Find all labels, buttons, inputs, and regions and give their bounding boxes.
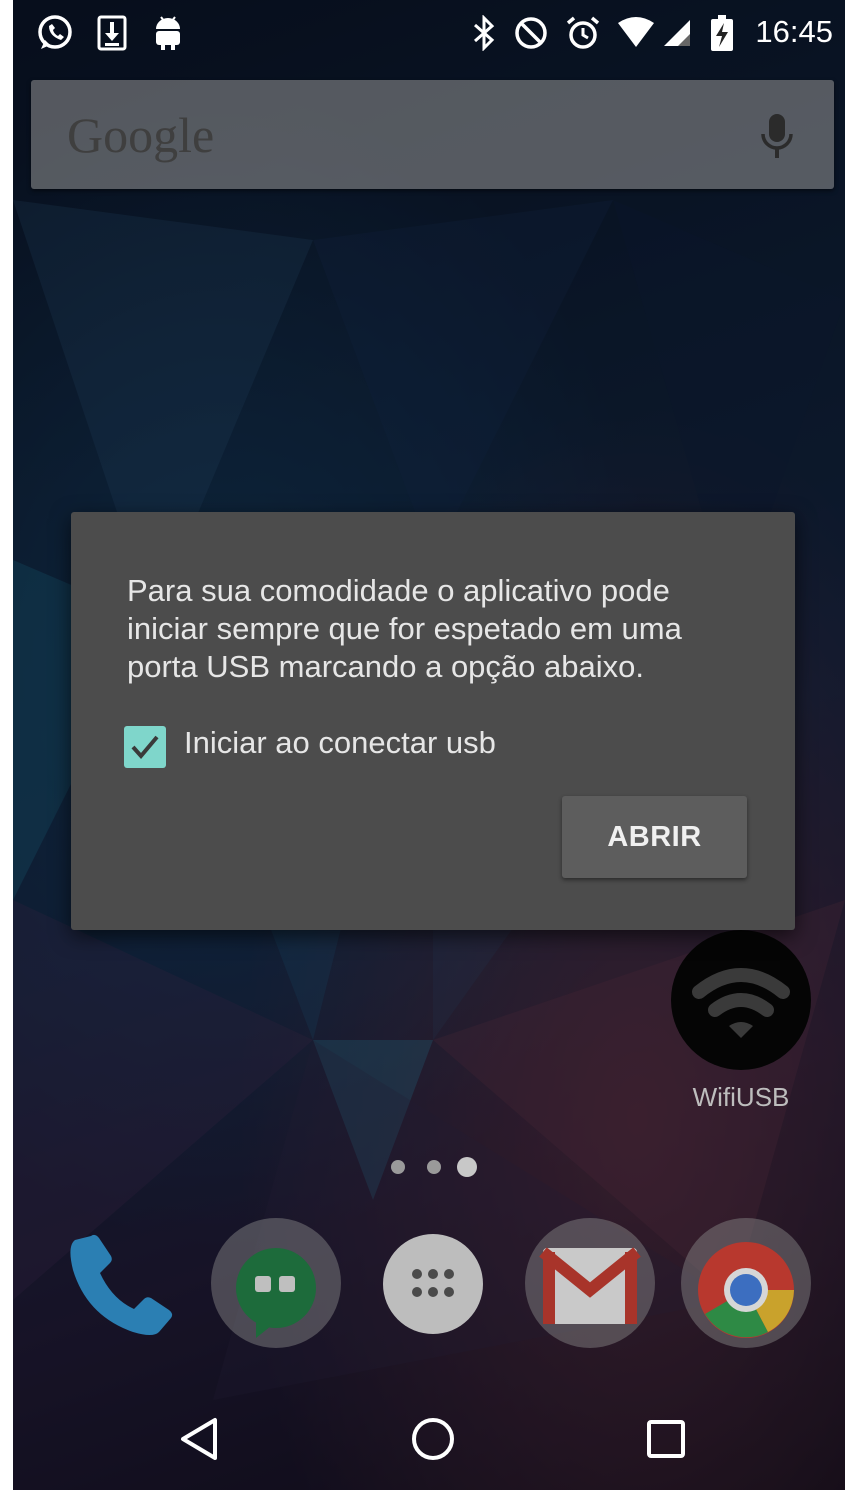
hangouts-app[interactable]: [211, 1218, 341, 1348]
download-icon: [95, 12, 129, 54]
status-bar: 16:45: [13, 0, 845, 66]
chrome-app[interactable]: [681, 1218, 811, 1348]
page-dot: [391, 1160, 405, 1174]
wifiusb-label: WifiUSB: [692, 1082, 790, 1112]
gmail-app[interactable]: [525, 1218, 655, 1348]
bluetooth-icon: [469, 12, 499, 54]
start-on-usb-checkbox[interactable]: [124, 726, 166, 768]
navigation-bar: [13, 1386, 845, 1490]
wifi-icon: [615, 12, 657, 54]
phone-app[interactable]: [61, 1218, 191, 1348]
gmail-icon: [539, 1247, 641, 1324]
status-time: 16:45: [755, 14, 833, 49]
alarm-icon: [563, 12, 603, 54]
microphone-icon[interactable]: [760, 112, 794, 165]
checkbox-label[interactable]: Iniciar ao conectar usb: [184, 725, 496, 761]
page-dot-active: [457, 1157, 477, 1177]
android-icon: [151, 12, 185, 54]
checkmark-icon: [131, 735, 159, 760]
signal-icon: [661, 12, 693, 54]
battery-charging-icon: [707, 12, 737, 54]
wifiusb-app[interactable]: WifiUSB: [671, 930, 811, 1113]
usb-autostart-dialog: Para sua comodidade o aplicativo pode in…: [71, 512, 795, 930]
google-logo: Google: [67, 107, 215, 163]
back-icon[interactable]: [165, 1404, 235, 1474]
app-drawer-button[interactable]: [381, 1232, 485, 1336]
whatsapp-icon: [33, 12, 77, 54]
wifi-icon: [671, 930, 811, 1070]
android-home-screen: 16:45 Google WifiUSB Para sua comodidade…: [13, 0, 845, 1490]
abrir-button[interactable]: ABRIR: [562, 796, 747, 878]
phone-icon: [70, 1234, 173, 1335]
recents-icon[interactable]: [631, 1404, 701, 1474]
home-icon[interactable]: [398, 1404, 468, 1474]
do-not-disturb-icon: [511, 12, 551, 54]
app-drawer-icon: [383, 1234, 483, 1334]
page-indicator: [391, 1156, 481, 1178]
dialog-message: Para sua comodidade o aplicativo pode in…: [127, 573, 682, 684]
google-search-bar[interactable]: Google: [31, 80, 834, 189]
page-dot: [427, 1160, 441, 1174]
chrome-icon: [698, 1242, 794, 1338]
hangouts-icon: [236, 1248, 316, 1338]
